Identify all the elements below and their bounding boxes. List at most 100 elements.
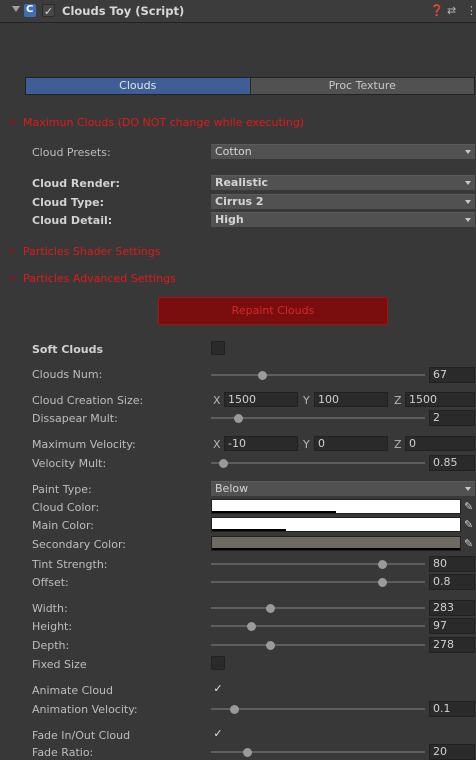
tab-clouds[interactable]: Clouds — [26, 78, 250, 94]
alpha-bar-remainder — [336, 511, 460, 513]
animation-velocity-slider[interactable] — [211, 704, 425, 714]
dissapear-mult-field[interactable]: 2 — [429, 410, 475, 426]
animate-cloud-label: Animate Cloud — [32, 684, 114, 697]
velocity-mult-slider[interactable] — [211, 458, 425, 468]
tab-proc-texture[interactable]: Proc Texture — [249, 78, 474, 94]
foldout-arrow-icon — [10, 247, 15, 255]
fade-cloud-label: Fade In/Out Cloud — [32, 729, 131, 742]
chevron-down-icon — [465, 218, 471, 222]
help-icon[interactable]: ❓ — [430, 4, 444, 17]
cloud-creation-size-x[interactable]: 1500 — [224, 392, 298, 407]
component-header[interactable]: ✓ Clouds Toy (Script) ❓ ⇄ ⋮ — [0, 0, 476, 23]
animation-velocity-label: Animation Velocity: — [32, 703, 138, 716]
secondary-color-label: Secondary Color: — [32, 538, 126, 551]
eyedropper-icon[interactable]: ✎ — [464, 517, 475, 532]
fade-ratio-slider[interactable] — [211, 747, 425, 757]
slider-thumb[interactable] — [257, 370, 267, 380]
more-vert-icon[interactable]: ⋮ — [466, 4, 476, 17]
cloud-type-label: Cloud Type: — [32, 196, 105, 209]
maximum-velocity-z[interactable]: 0 — [405, 436, 475, 451]
cloud-presets-dropdown[interactable]: Cotton — [211, 144, 475, 159]
main-color-field[interactable] — [211, 517, 461, 532]
foldout-max-clouds-label: Maximun Clouds (DO NOT change while exec… — [23, 116, 305, 129]
clouds-num-slider[interactable] — [211, 370, 425, 380]
foldout-max-clouds[interactable]: Maximun Clouds (DO NOT change while exec… — [10, 116, 304, 129]
cloud-creation-size-z[interactable]: 1500 — [405, 392, 475, 407]
animation-velocity-field[interactable]: 0.1 — [429, 701, 475, 717]
z-axis-label: Z — [394, 438, 402, 451]
height-field[interactable]: 97 — [429, 618, 475, 634]
paint-type-dropdown[interactable]: Below — [211, 481, 475, 496]
slider-thumb[interactable] — [242, 747, 252, 757]
clouds-num-field[interactable]: 67 — [429, 367, 475, 383]
slider-thumb[interactable] — [266, 603, 276, 613]
slider-thumb[interactable] — [230, 704, 240, 714]
alpha-bar — [212, 511, 336, 513]
main-color-label: Main Color: — [32, 519, 94, 532]
foldout-arrow-icon — [10, 118, 15, 126]
cloud-color-field[interactable] — [211, 499, 461, 514]
cloud-presets-label: Cloud Presets: — [32, 146, 111, 159]
maximum-velocity-label: Maximum Velocity: — [32, 438, 136, 451]
width-field[interactable]: 283 — [429, 600, 475, 616]
velocity-mult-label: Velocity Mult: — [32, 457, 107, 470]
cloud-creation-size-label: Cloud Creation Size: — [32, 394, 144, 407]
component-title: Clouds Toy (Script) — [62, 4, 185, 18]
cloud-render-dropdown[interactable]: Realistic — [211, 175, 475, 190]
sliders-icon[interactable]: ⇄ — [447, 4, 456, 17]
height-label: Height: — [32, 620, 73, 633]
offset-field[interactable]: 0.8 — [429, 574, 475, 590]
fade-ratio-label: Fade Ratio: — [32, 746, 94, 759]
foldout-arrow-icon — [10, 274, 15, 282]
cloud-detail-dropdown[interactable]: High — [211, 212, 475, 227]
eyedropper-icon[interactable]: ✎ — [464, 536, 475, 551]
eyedropper-icon[interactable]: ✎ — [464, 499, 475, 514]
foldout-arrow-icon[interactable] — [12, 6, 20, 12]
dissapear-mult-label: Dissapear Mult: — [32, 412, 118, 425]
velocity-mult-field[interactable]: 0.85 — [429, 455, 475, 471]
soft-clouds-checkbox[interactable] — [211, 341, 225, 355]
animate-cloud-checkbox[interactable]: ✓ — [211, 682, 225, 696]
tint-strength-field[interactable]: 80 — [429, 556, 475, 572]
cloud-type-dropdown[interactable]: Cirrus 2 — [211, 194, 475, 209]
foldout-particles-advanced-label: Particles Advanced Settings — [23, 272, 176, 285]
paint-type-value: Below — [215, 482, 249, 495]
fade-ratio-field[interactable]: 20 — [429, 744, 475, 760]
foldout-particles-advanced[interactable]: Particles Advanced Settings — [10, 272, 176, 285]
clouds-num-label: Clouds Num: — [32, 368, 103, 381]
chevron-down-icon — [465, 150, 471, 154]
cloud-detail-value: High — [215, 213, 244, 226]
height-slider[interactable] — [211, 621, 425, 631]
width-label: Width: — [32, 602, 68, 615]
tab-bar: Clouds Proc Texture — [25, 77, 475, 95]
tint-strength-slider[interactable] — [211, 559, 425, 569]
maximum-velocity-x[interactable]: -10 — [224, 436, 298, 451]
enabled-checkbox[interactable]: ✓ — [42, 4, 55, 18]
fixed-size-checkbox[interactable] — [211, 656, 225, 670]
depth-field[interactable]: 278 — [429, 637, 475, 653]
secondary-color-field[interactable] — [211, 536, 461, 551]
cloud-presets-value: Cotton — [215, 145, 252, 158]
offset-slider[interactable] — [211, 577, 425, 587]
slider-thumb[interactable] — [266, 640, 276, 650]
maximum-velocity-y[interactable]: 0 — [314, 436, 388, 451]
offset-label: Offset: — [32, 576, 69, 589]
tint-strength-label: Tint Strength: — [32, 558, 108, 571]
alpha-bar — [212, 529, 287, 531]
depth-slider[interactable] — [211, 640, 425, 650]
slider-thumb[interactable] — [219, 458, 229, 468]
slider-thumb[interactable] — [247, 621, 257, 631]
cloud-creation-size-y[interactable]: 100 — [314, 392, 388, 407]
repaint-clouds-button[interactable]: Repaint Clouds — [158, 297, 388, 325]
paint-type-label: Paint Type: — [32, 483, 92, 496]
slider-thumb[interactable] — [377, 559, 387, 569]
dissapear-mult-slider[interactable] — [211, 413, 425, 423]
cloud-type-value: Cirrus 2 — [215, 195, 264, 208]
slider-thumb[interactable] — [377, 577, 387, 587]
slider-thumb[interactable] — [234, 413, 244, 423]
cloud-render-label: Cloud Render: — [32, 177, 120, 190]
width-slider[interactable] — [211, 603, 425, 613]
fade-cloud-checkbox[interactable]: ✓ — [211, 727, 225, 741]
z-axis-label: Z — [394, 394, 402, 407]
foldout-particles-shader[interactable]: Particles Shader Settings — [10, 245, 160, 258]
